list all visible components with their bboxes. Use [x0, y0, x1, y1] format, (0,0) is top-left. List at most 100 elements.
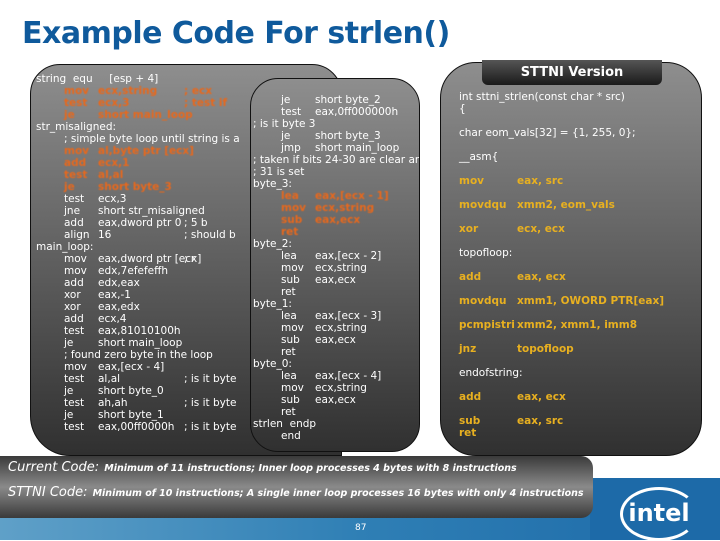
code-line: sub eax,ecx: [253, 334, 419, 346]
summary-banner: Current Code: Minimum of 11 instructions…: [0, 456, 593, 518]
code-args: eax,[ecx - 1]: [315, 190, 389, 202]
code-line: align 16 ; should b: [36, 229, 236, 241]
code-label: ; taken if bits 24-30 are clear and: [253, 154, 420, 166]
code-args: short byte_3: [98, 181, 172, 193]
code-text: topofloop:: [459, 247, 513, 259]
code-line: mov ecx,string: [253, 382, 419, 394]
code-args: short byte_0: [98, 385, 164, 397]
sttni-version-header: STTNI Version: [482, 60, 662, 85]
code-line: byte_0:: [253, 358, 419, 370]
code-op: test: [64, 169, 88, 181]
code-op: je: [64, 109, 75, 121]
code-text: endofstring:: [459, 367, 523, 379]
code-args: ah,ah: [98, 397, 128, 409]
code-line: sub eax, src: [459, 415, 664, 427]
code-op: sub: [281, 394, 300, 406]
code-line: test ecx,3 ; test if: [36, 97, 236, 109]
code-line: je short byte_3: [36, 181, 236, 193]
code-line: je short byte_2: [253, 94, 419, 106]
code-line: ; is it byte 3: [253, 118, 419, 130]
code-comment: ; should b: [184, 229, 236, 241]
code-args: eax,[ecx - 4]: [315, 370, 382, 382]
code-text: char eom_vals[32] = {1, 255, 0};: [459, 127, 636, 139]
code-comment: ; r: [184, 253, 196, 265]
code-op: movdqu: [459, 295, 507, 307]
code-op: mov: [64, 361, 87, 373]
code-label: string equ [esp + 4]: [36, 73, 159, 85]
code-line: byte_2:: [253, 238, 419, 250]
code-args: short str_misaligned: [98, 205, 205, 217]
code-args: edx,7efefeffh: [98, 265, 169, 277]
code-line: je short main_loop: [36, 337, 236, 349]
code-line: je short main_loop: [36, 109, 236, 121]
code-line: add eax,dword ptr 0; 5 b: [36, 217, 236, 229]
code-line: je short byte_1: [36, 409, 236, 421]
code-op: add: [64, 157, 87, 169]
code-args: xmm1, OWORD PTR[eax]: [517, 295, 665, 307]
code-label: strlen endp: [253, 418, 317, 430]
code-comment: ; ecx: [184, 85, 212, 97]
code-args: xmm2, eom_vals: [517, 199, 615, 211]
code-args: eax, ecx: [517, 391, 566, 403]
code-line: add ecx,1: [36, 157, 236, 169]
code-label: byte_0:: [253, 358, 292, 370]
code-op: sub: [281, 274, 300, 286]
code-label: ; is it byte 3: [253, 118, 316, 130]
code-args: xmm2, xmm1, imm8: [517, 319, 637, 331]
code-args: al,al: [98, 169, 124, 181]
code-line: add eax, ecx: [459, 391, 664, 403]
code-line: movdqu xmm1, OWORD PTR[eax]: [459, 295, 664, 307]
code-op: ret: [281, 286, 296, 298]
code-args: al,al: [98, 373, 121, 385]
code-label: byte_3:: [253, 178, 292, 190]
code-op: test: [64, 193, 85, 205]
code-args: 16: [98, 229, 112, 241]
code-line: test ah,ah ; is it byte: [36, 397, 236, 409]
code-op: movdqu: [459, 199, 507, 211]
code-comment: ; 5 b: [184, 217, 208, 229]
code-line: main_loop:: [36, 241, 236, 253]
code-label: byte_2:: [253, 238, 292, 250]
code-args: edx,eax: [98, 277, 140, 289]
code-op: mov: [281, 202, 306, 214]
code-op: je: [281, 94, 291, 106]
code-line: test ecx,3: [36, 193, 236, 205]
code-line: mov ecx,string: [253, 322, 419, 334]
code-args: eax,dword ptr 0: [98, 217, 182, 229]
code-line: topofloop:: [459, 247, 664, 259]
code-args: eax,edx: [98, 301, 140, 313]
code-args: eax,dword ptr [ecx]: [98, 253, 202, 265]
code-op: ; simple byte loop until string is a: [64, 133, 240, 145]
code-args: eax,81010100h: [98, 325, 181, 337]
code-op: add: [459, 271, 482, 283]
code-op: test: [64, 397, 85, 409]
code-op: mov: [64, 145, 89, 157]
code-op: mov: [64, 85, 89, 97]
code-line: char eom_vals[32] = {1, 255, 0};: [459, 127, 664, 139]
code-line: mov eax,dword ptr [ecx]; r: [36, 253, 236, 265]
code-line: test al,al: [36, 169, 236, 181]
current-code-continued-listing: je short byte_2 test eax,0ff000000h; is it …: [253, 94, 420, 442]
code-op: jmp: [281, 142, 301, 154]
code-op: sub: [281, 214, 303, 226]
code-op: ret: [459, 427, 477, 439]
code-line: je short byte_0: [36, 385, 236, 397]
code-op: test: [281, 106, 302, 118]
code-op: lea: [281, 250, 297, 262]
current-code-listing: string equ [esp + 4] mov ecx,string; ecx te…: [36, 73, 240, 433]
code-comment: ; test if: [184, 97, 228, 109]
code-op: add: [459, 391, 482, 403]
code-args: eax,ecx: [315, 334, 356, 346]
code-op: end: [281, 430, 301, 442]
code-op: mov: [459, 175, 484, 187]
code-op: ; found zero byte in the loop: [64, 349, 213, 361]
code-args: short main_loop: [98, 109, 193, 121]
code-op: mov: [64, 265, 87, 277]
code-args: short main_loop: [315, 142, 400, 154]
code-line: lea eax,[ecx - 1]: [253, 190, 419, 202]
code-args: eax,00ff0000h: [98, 421, 175, 433]
